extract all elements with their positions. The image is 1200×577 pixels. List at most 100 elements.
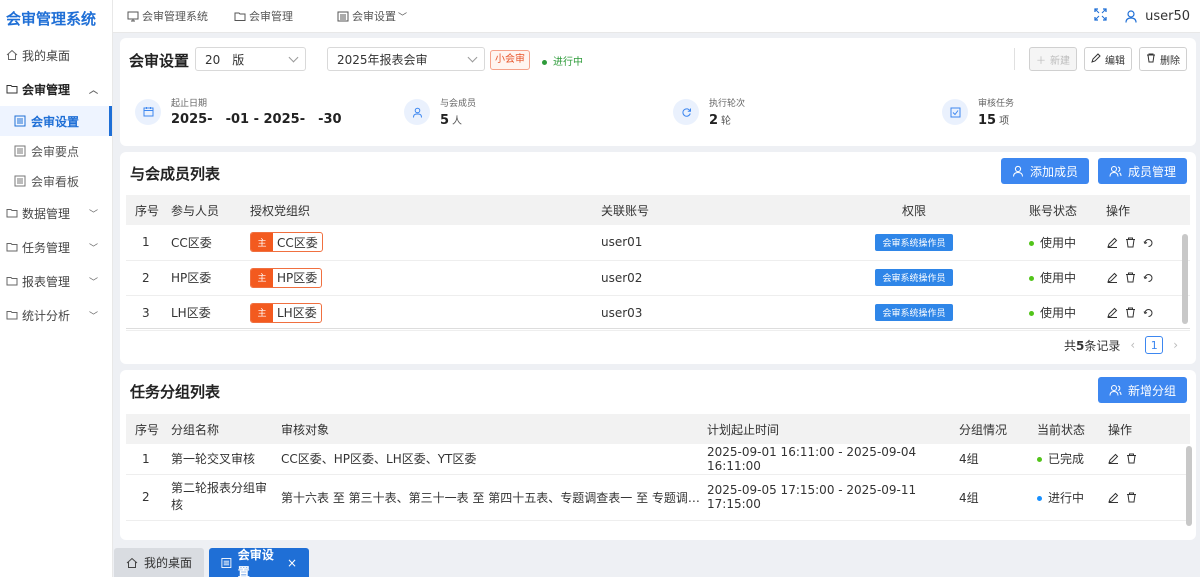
cell-status: 使用中	[1022, 295, 1100, 331]
monitor-icon	[127, 11, 139, 21]
sidebar-item-data-management[interactable]: 数据管理 ﹀	[0, 196, 112, 230]
manage-members-button[interactable]: 成员管理	[1098, 158, 1187, 184]
reset-icon[interactable]	[1143, 237, 1154, 248]
trash-icon[interactable]	[1126, 453, 1137, 464]
settings-card: 会审设置 20 版 2025年报表会审 小会审 进行中 ＋ 新建 编辑 删除 起止…	[120, 38, 1196, 146]
new-button[interactable]: ＋ 新建	[1029, 47, 1077, 71]
version-select[interactable]: 20 版	[195, 47, 306, 71]
table-header-row: 序号 参与人员 授权党组织 关联账号 权限 账号状态 操作	[126, 195, 1190, 225]
column-header: 账号状态	[1022, 195, 1100, 225]
status-dot	[1029, 276, 1034, 281]
chevron-down-icon: ﹀	[398, 12, 408, 23]
user-icon	[404, 99, 430, 125]
sidebar-subitem-review-points[interactable]: 会审要点	[0, 136, 112, 166]
users-icon	[1109, 166, 1122, 177]
sidebar-item-label: 报表管理	[22, 274, 71, 289]
members-card: 与会成员列表 添加成员 成员管理 序号 参与人员 授权党组织 关联账号 权限 账…	[120, 152, 1196, 364]
folder-icon	[6, 207, 18, 219]
org-main-tag: 主	[251, 268, 273, 287]
add-member-button[interactable]: 添加成员	[1001, 158, 1089, 184]
prev-page-icon[interactable]: ‹	[1130, 338, 1135, 352]
trash-icon[interactable]	[1125, 307, 1136, 318]
table-row[interactable]: 3 LH区委 主 LH区委 user03 会审系统操作员 使用中	[126, 295, 1190, 331]
sidebar-item-statistics[interactable]: 统计分析 ﹀	[0, 298, 112, 332]
trash-icon[interactable]	[1126, 492, 1137, 503]
home-icon	[126, 557, 138, 568]
table-row[interactable]: 2 第二轮报表分组审核 第十六表 至 第三十表、第三十一表 至 第四十五表、专题…	[126, 474, 1190, 521]
edit-icon[interactable]	[1108, 453, 1119, 465]
status-text: 使用中	[1040, 235, 1077, 250]
sidebar-subitem-review-settings[interactable]: 会审设置	[0, 106, 112, 136]
cell-no: 1	[126, 444, 165, 475]
button-label: 添加成员	[1029, 164, 1078, 179]
sidebar-item-label: 会审要点	[31, 144, 80, 159]
stat-value: 2	[709, 113, 719, 128]
close-icon[interactable]: ×	[287, 556, 297, 570]
groups-scrollbar[interactable]	[1186, 446, 1192, 526]
next-page-icon[interactable]: ›	[1173, 338, 1178, 352]
members-scrollbar[interactable]	[1182, 234, 1188, 324]
permission-badge: 会审系统操作员	[875, 269, 953, 286]
groups-table: 序号 分组名称 审核对象 计划起止时间 分组情况 当前状态 操作 1 第一轮交叉…	[126, 414, 1190, 521]
status-text: 已完成	[1048, 452, 1085, 467]
stat-value: 15	[978, 113, 997, 128]
button-label: 成员管理	[1127, 164, 1176, 179]
fullscreen-icon[interactable]	[1094, 8, 1107, 25]
sidebar-item-report-management[interactable]: 报表管理 ﹀	[0, 264, 112, 298]
breadcrumb-review[interactable]: 会审管理	[234, 8, 293, 24]
page-number[interactable]: 1	[1145, 336, 1164, 354]
org-badge: 主 LH区委	[250, 302, 322, 323]
sidebar-item-task-management[interactable]: 任务管理 ﹀	[0, 230, 112, 264]
sidebar-item-label: 会审设置	[31, 114, 80, 129]
trash-icon[interactable]	[1125, 237, 1136, 248]
folder-icon	[6, 309, 18, 321]
sidebar-subitem-review-board[interactable]: 会审看板	[0, 166, 112, 196]
table-header-row: 序号 分组名称 审核对象 计划起止时间 分组情况 当前状态 操作	[126, 414, 1190, 444]
edit-icon[interactable]	[1108, 492, 1119, 503]
breadcrumb-label: 会审设置	[352, 10, 396, 23]
edit-button[interactable]: 编辑	[1084, 47, 1132, 71]
reset-icon[interactable]	[1143, 272, 1154, 283]
user-menu[interactable]: user50	[1125, 9, 1190, 24]
tab-bar: 我的桌面 会审设置 ×	[113, 546, 1200, 577]
column-header: 分组名称	[165, 414, 275, 444]
add-group-button[interactable]: 新增分组	[1098, 377, 1187, 403]
table-row[interactable]: 1 第一轮交叉审核 CC区委、HP区委、LH区委、YT区委 2025-09-01…	[126, 444, 1190, 475]
stat-unit: 项	[999, 116, 1010, 127]
cell-perm: 会审系统操作员	[799, 225, 1022, 261]
reset-icon[interactable]	[1143, 307, 1154, 318]
edit-icon[interactable]	[1107, 237, 1118, 248]
breadcrumb-settings[interactable]: 会审设置 ﹀	[337, 8, 407, 24]
list-icon	[337, 11, 349, 21]
chevron-down-icon	[467, 52, 478, 63]
org-main-tag: 主	[251, 233, 273, 252]
breadcrumb-label: 会审管理系统	[142, 10, 208, 23]
trash-icon[interactable]	[1125, 272, 1136, 283]
table-row[interactable]: 1 CC区委 主 CC区委 user01 会审系统操作员 使用中	[126, 225, 1190, 261]
stat-value-wrap: 2轮	[709, 112, 745, 128]
stat-label: 执行轮次	[709, 99, 746, 109]
members-table: 序号 参与人员 授权党组织 关联账号 权限 账号状态 操作 1 CC区委 主 CC…	[126, 195, 1190, 331]
table-row[interactable]: 2 HP区委 主 HP区委 user02 会审系统操作员 使用中	[126, 260, 1190, 296]
calendar-icon	[135, 98, 161, 125]
delete-button[interactable]: 删除	[1139, 47, 1187, 71]
divider	[1014, 48, 1015, 70]
cell-time: 2025-09-05 17:15:00 - 2025-09-11 17:15:0…	[701, 474, 952, 521]
edit-icon[interactable]	[1107, 272, 1118, 283]
review-select-value: 2025年报表会审	[337, 52, 428, 67]
edit-icon[interactable]	[1107, 307, 1118, 318]
user-add-icon	[1012, 165, 1023, 177]
review-type-tag: 小会审	[490, 50, 530, 70]
breadcrumb-system[interactable]: 会审管理系统	[127, 8, 208, 24]
cell-status: 使用中	[1022, 260, 1100, 296]
groups-title: 任务分组列表	[130, 383, 221, 401]
stat-members: 与会成员 5 人	[404, 96, 476, 128]
sidebar-item-review-management[interactable]: 会审管理 ︿	[0, 72, 112, 106]
column-header: 序号	[126, 414, 165, 444]
tab-desktop[interactable]: 我的桌面	[114, 548, 204, 577]
column-header: 当前状态	[1031, 414, 1102, 444]
checkbox-icon	[942, 99, 968, 125]
tab-review-settings[interactable]: 会审设置 ×	[209, 548, 309, 577]
sidebar-item-desktop[interactable]: 我的桌面	[0, 38, 112, 72]
review-select[interactable]: 2025年报表会审	[327, 47, 485, 71]
